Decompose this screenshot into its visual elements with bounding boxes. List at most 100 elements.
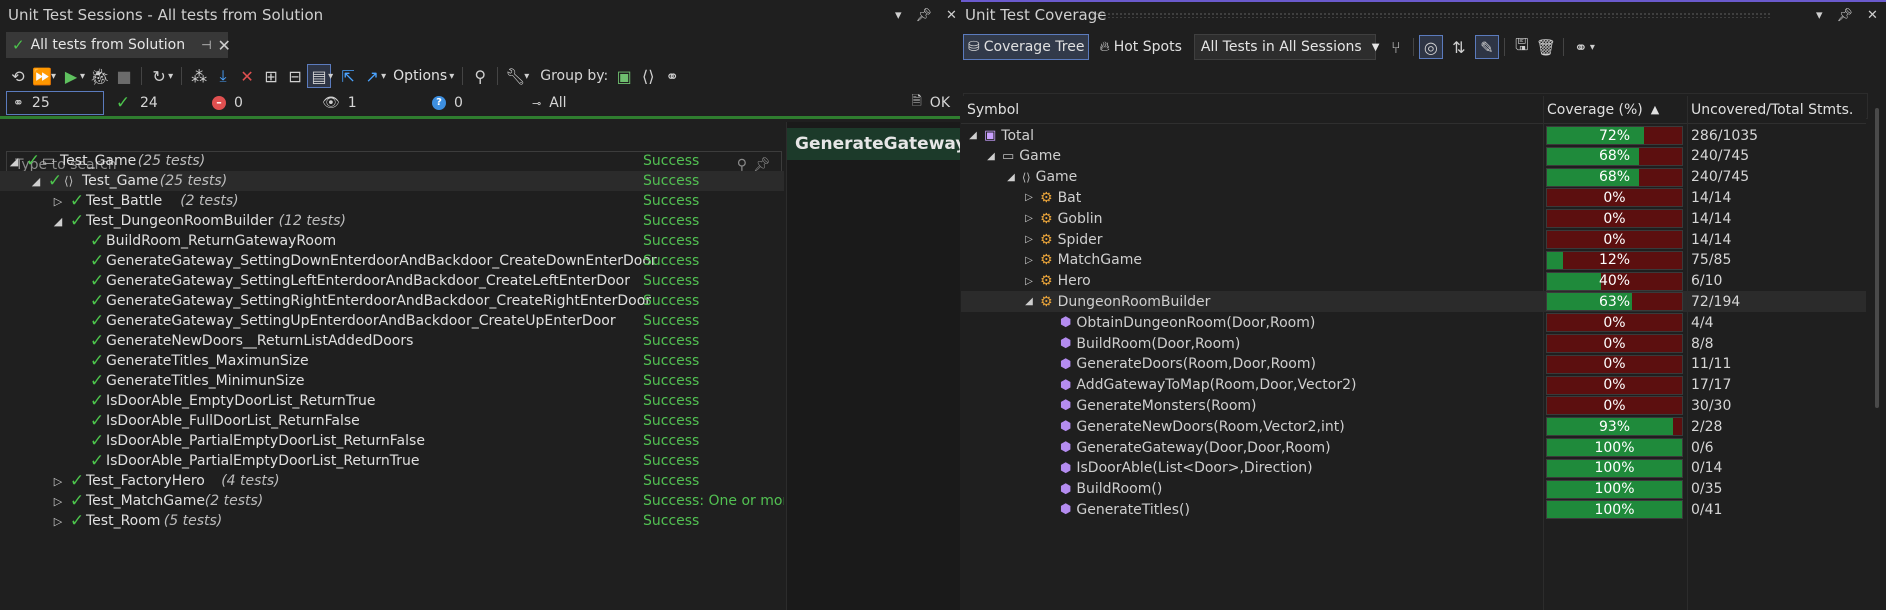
- column-symbol[interactable]: Symbol: [967, 102, 1019, 118]
- close-pane-icon[interactable]: ✕: [946, 8, 957, 23]
- expand-arrow-icon[interactable]: ▷: [1023, 213, 1035, 224]
- collapse-all-icon[interactable]: ⊟: [283, 64, 307, 88]
- test-tree-row[interactable]: ◢ ✓ ▭ Test_Game (25 tests) Success: [0, 151, 784, 171]
- coverage-row[interactable]: ▷ ⚙ Goblin 0% 14/14: [961, 208, 1866, 229]
- filter-unknown[interactable]: ? 0: [432, 91, 516, 115]
- collapse-arrow-icon[interactable]: ◢: [51, 215, 65, 228]
- highlight-code-icon[interactable]: ✎: [1474, 35, 1499, 59]
- test-tree-row[interactable]: ✓ IsDoorAble_FullDoorList_ReturnFalse Succ…: [0, 411, 784, 431]
- group-by-namespace-icon[interactable]: ⟨⟩: [636, 64, 660, 88]
- test-tree-row[interactable]: ✓ GenerateTitles_MinimunSize Success: [0, 371, 784, 391]
- test-tree-row[interactable]: ◢ ✓ ⟨⟩ Test_Game (25 tests) Success: [0, 171, 784, 191]
- sort-icon[interactable]: ⇅: [1447, 35, 1471, 59]
- run-options-dropdown-icon[interactable]: ▾: [80, 71, 85, 82]
- expand-arrow-icon[interactable]: ▷: [1023, 276, 1035, 287]
- coverage-scrollbar[interactable]: [1868, 96, 1886, 610]
- column-uncovered[interactable]: Uncovered/Total Stmts.: [1691, 102, 1853, 118]
- test-tree-row[interactable]: ▷ ✓ Test_MatchGame (2 tests) Success: One or…: [0, 491, 784, 511]
- filter-passed[interactable]: ✓ 24: [114, 91, 202, 115]
- expand-arrow-icon[interactable]: ▷: [51, 195, 65, 208]
- layout-dropdown-icon[interactable]: ▾: [328, 71, 333, 82]
- collapse-arrow-icon[interactable]: ◢: [967, 130, 979, 141]
- coverage-row[interactable]: ▷ ⚙ Hero 40% 6/10: [961, 271, 1866, 292]
- test-tree-row[interactable]: ✓ GenerateNewDoors__ReturnListAddedDoors S…: [0, 331, 784, 351]
- coverage-row[interactable]: ⬢ GenerateDoors(Room,Door,Room) 0% 11/11: [961, 354, 1866, 375]
- test-tree-row[interactable]: ✓ GenerateGateway_SettingLeftEnterdoorAnd…: [0, 271, 784, 291]
- title-drag-grip[interactable]: [1091, 12, 1771, 18]
- coverage-row[interactable]: ⬢ BuildRoom(Door,Room) 0% 8/8: [961, 333, 1866, 354]
- options-dropdown-icon[interactable]: ▾: [449, 71, 454, 82]
- expand-arrow-icon[interactable]: ▷: [1023, 255, 1035, 266]
- test-tree-row[interactable]: ◢ ✓ Test_DungeonRoomBuilder (12 tests) Succe…: [0, 211, 784, 231]
- pin-icon[interactable]: 📌︎: [1837, 8, 1854, 23]
- column-coverage[interactable]: Coverage (%) ▲: [1547, 102, 1659, 118]
- test-tree-row[interactable]: ▷ ✓ Test_Room (5 tests) Success: [0, 511, 784, 531]
- test-tree-row[interactable]: ✓ IsDoorAble_PartialEmptyDoorList_ReturnF…: [0, 431, 784, 451]
- hot-spots-button[interactable]: 🔥︎ Hot Spots: [1095, 34, 1185, 60]
- wrench-dropdown-icon[interactable]: ▾: [524, 71, 529, 82]
- test-tree-row[interactable]: ✓ GenerateGateway_SettingDownEnterdoorAnd…: [0, 251, 784, 271]
- close-pane-icon[interactable]: ✕: [1867, 8, 1878, 23]
- coverage-row[interactable]: ▷ ⚙ Bat 0% 14/14: [961, 187, 1866, 208]
- coverage-row[interactable]: ⬢ BuildRoom() 100% 0/35: [961, 479, 1866, 500]
- coverage-row[interactable]: ⬢ GenerateGateway(Door,Door,Room) 100% 0/6: [961, 437, 1866, 458]
- expand-arrow-icon[interactable]: ▷: [1023, 234, 1035, 245]
- filter-icon[interactable]: ⑂: [1384, 35, 1408, 59]
- continuous-testing-dropdown-icon[interactable]: ▾: [168, 71, 173, 82]
- import-icon[interactable]: ⤓: [211, 64, 235, 88]
- expand-arrow-icon[interactable]: ▷: [51, 515, 65, 528]
- options-menu[interactable]: Options: [393, 68, 447, 84]
- pin-icon[interactable]: 📌︎: [916, 8, 933, 23]
- coverage-row[interactable]: ⬢ AddGatewayToMap(Room,Door,Vector2) 0% 17/…: [961, 375, 1866, 396]
- test-tree-row[interactable]: ✓ IsDoorAble_EmptyDoorList_ReturnTrue Succ…: [0, 391, 784, 411]
- export-icon[interactable]: ⇱: [336, 64, 360, 88]
- scrollbar-thumb[interactable]: [1875, 108, 1879, 408]
- coverage-row[interactable]: ◢ ⟨⟩ Game 68% 240/745: [961, 167, 1866, 188]
- coverage-row[interactable]: ◢ ▭ Game 68% 240/745: [961, 146, 1866, 167]
- run-dropdown-icon[interactable]: ▾: [51, 71, 56, 82]
- expand-arrow-icon[interactable]: ▷: [51, 475, 65, 488]
- stop-icon[interactable]: ■: [112, 64, 136, 88]
- coverage-row[interactable]: ▷ ⚙ Spider 0% 14/14: [961, 229, 1866, 250]
- coverage-row[interactable]: ⬢ ObtainDungeonRoom(Door,Room) 0% 4/4: [961, 312, 1866, 333]
- collapse-arrow-icon[interactable]: ◢: [29, 175, 43, 188]
- test-tree-row[interactable]: ✓ GenerateGateway_SettingUpEnterdoorAndBa…: [0, 311, 784, 331]
- coverage-row[interactable]: ⬢ GenerateTitles() 100% 0/41: [961, 499, 1866, 520]
- tab-close-icon[interactable]: ✕: [218, 36, 231, 55]
- save-icon[interactable]: 🖫︎: [1510, 35, 1534, 59]
- window-position-dropdown-icon[interactable]: ▾: [1816, 8, 1823, 23]
- expand-all-icon[interactable]: ⊞: [259, 64, 283, 88]
- test-tree-row[interactable]: ✓ GenerateGateway_SettingRightEnterdoorAn…: [0, 291, 784, 311]
- delete-icon[interactable]: 🗑︎: [1534, 35, 1558, 59]
- filter-settings-icon[interactable]: ⚲: [468, 64, 492, 88]
- collapse-arrow-icon[interactable]: ◢: [1005, 172, 1017, 183]
- debug-icon[interactable]: 🐞︎: [88, 64, 112, 88]
- track-running-icon[interactable]: ⁂: [187, 64, 211, 88]
- test-tree-row[interactable]: ✓ IsDoorAble_PartialEmptyDoorList_ReturnT…: [0, 451, 784, 471]
- export-dropdown-icon[interactable]: ▾: [1590, 42, 1595, 53]
- coverage-row[interactable]: ◢ ▣ Total 72% 286/1035: [961, 125, 1866, 146]
- filter-ignored[interactable]: 👁︎ 1: [322, 91, 422, 115]
- remove-icon[interactable]: ✕: [235, 64, 259, 88]
- test-tree-row[interactable]: ▷ ✓ Test_FactoryHero (4 tests) Success: [0, 471, 784, 491]
- coverage-row[interactable]: ⬢ GenerateNewDoors(Room,Vector2,int) 93% 2/…: [961, 416, 1866, 437]
- test-tree-row[interactable]: ✓ BuildRoom_ReturnGatewayRoom Success: [0, 231, 784, 251]
- expand-arrow-icon[interactable]: ▷: [1023, 192, 1035, 203]
- filter-failed[interactable]: – 0: [212, 91, 312, 115]
- filter-all[interactable]: ⊸ All: [532, 91, 592, 115]
- coverage-row[interactable]: ⬢ IsDoorAble(List<Door>,Direction) 100% 0/1…: [961, 458, 1866, 479]
- group-by-project-icon[interactable]: ▣: [612, 64, 636, 88]
- coverage-row[interactable]: ⬢ GenerateMonsters(Room) 0% 30/30: [961, 395, 1866, 416]
- coverage-row[interactable]: ▷ ⚙ MatchGame 12% 75/85: [961, 250, 1866, 271]
- collapse-arrow-icon[interactable]: ◢: [1023, 296, 1035, 307]
- test-tree-row[interactable]: ▷ ✓ Test_Battle (2 tests) Success: [0, 191, 784, 211]
- refresh-icon[interactable]: ⟲: [6, 64, 30, 88]
- show-covering-tests-icon[interactable]: ◎: [1418, 35, 1443, 59]
- coverage-tree-button[interactable]: ⛁ Coverage Tree: [963, 34, 1090, 60]
- group-by-category-icon[interactable]: ⚭: [660, 64, 684, 88]
- tab-all-tests-from-solution[interactable]: ✓ All tests from Solution ⊣ ✕: [6, 32, 231, 58]
- window-position-dropdown-icon[interactable]: ▾: [895, 8, 902, 23]
- collapse-arrow-icon[interactable]: ◢: [985, 151, 997, 162]
- collapse-arrow-icon[interactable]: ◢: [7, 155, 21, 168]
- expand-arrow-icon[interactable]: ▷: [51, 495, 65, 508]
